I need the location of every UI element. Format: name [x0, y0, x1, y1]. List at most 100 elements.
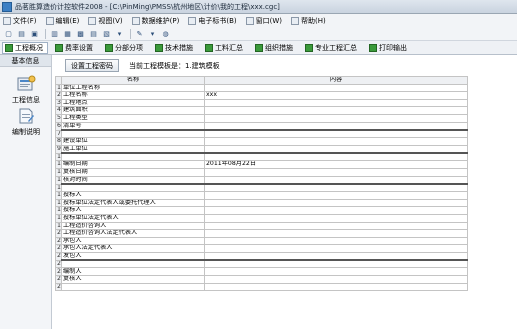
- open-icon[interactable]: ▤: [16, 28, 27, 39]
- new-icon[interactable]: ▢: [3, 28, 14, 39]
- row-name-cell[interactable]: 投标人: [61, 191, 205, 200]
- row-value-cell[interactable]: [204, 113, 468, 123]
- row-value-cell[interactable]: [204, 191, 468, 200]
- menu-edit[interactable]: 编辑(E): [45, 16, 79, 26]
- tab-technical-measures[interactable]: 技术措施: [152, 42, 198, 54]
- row-value-cell[interactable]: [204, 106, 468, 115]
- row-name-cell[interactable]: [61, 282, 205, 292]
- table-row[interactable]: 17投标人: [55, 206, 468, 215]
- globe-icon[interactable]: ◍: [160, 28, 171, 39]
- table-row[interactable]: 24: [55, 259, 468, 269]
- table-row[interactable]: 18投标单位法定代表人: [55, 213, 468, 223]
- table-row[interactable]: 9 施工单位: [55, 144, 468, 154]
- row-value-cell[interactable]: [204, 167, 468, 177]
- table-row[interactable]: 26复核人: [55, 275, 468, 284]
- table-row[interactable]: 13核对时间: [55, 175, 468, 185]
- tab-organization-measures[interactable]: 组织措施: [252, 42, 298, 54]
- row-name-cell[interactable]: 发包人: [61, 251, 205, 261]
- row-name-cell[interactable]: 清单号: [61, 121, 205, 131]
- row-name-cell[interactable]: 投标单位法定代表人或委托代理人: [61, 198, 205, 208]
- row-value-cell[interactable]: [204, 137, 468, 146]
- menu-e-bid[interactable]: 电子标书(B): [188, 16, 237, 26]
- calc-icon[interactable]: ▧: [101, 28, 112, 39]
- dropdown-icon[interactable]: ▾: [147, 28, 158, 39]
- table-row[interactable]: 4 建筑面积: [55, 106, 468, 115]
- row-value-cell[interactable]: [204, 83, 468, 93]
- grid-icon[interactable]: ▩: [75, 28, 86, 39]
- row-name-cell[interactable]: 承包人: [61, 236, 205, 246]
- row-value-cell[interactable]: [204, 221, 468, 231]
- list-icon[interactable]: ▤: [88, 28, 99, 39]
- dropdown-icon[interactable]: ▾: [114, 28, 125, 39]
- table-row[interactable]: 19工程造价咨询人: [55, 221, 468, 231]
- row-name-cell[interactable]: [61, 152, 205, 162]
- row-name-cell[interactable]: 复核日期: [61, 167, 205, 177]
- tab-materials-summary[interactable]: 工料汇总: [202, 42, 248, 54]
- menu-view[interactable]: 视图(V): [88, 16, 123, 26]
- table-row[interactable]: 3 工程地点: [55, 98, 468, 108]
- row-value-cell[interactable]: [204, 213, 468, 223]
- row-name-cell[interactable]: 编制日期: [61, 160, 205, 169]
- sidebar-item-preparation-notes[interactable]: 编制说明: [0, 107, 52, 137]
- row-value-cell[interactable]: [204, 206, 468, 215]
- tab-rate-settings[interactable]: 费率设置: [52, 42, 98, 54]
- row-name-cell[interactable]: 复核人: [61, 275, 205, 284]
- row-value-cell[interactable]: [204, 121, 468, 131]
- table-row[interactable]: 20工程造价咨询人法定代表人: [55, 229, 468, 238]
- set-project-password-button[interactable]: 设置工程密码: [65, 59, 119, 72]
- print-icon[interactable]: ▥: [49, 28, 60, 39]
- row-value-cell[interactable]: [204, 244, 468, 253]
- row-name-cell[interactable]: 投标单位法定代表人: [61, 213, 205, 223]
- table-row[interactable]: 5 工程类型: [55, 113, 468, 123]
- table-row[interactable]: 6 清单号: [55, 121, 468, 131]
- table-row[interactable]: 12复核日期: [55, 167, 468, 177]
- row-name-cell[interactable]: [61, 129, 205, 139]
- menu-data-maintenance[interactable]: 数据维护(P): [131, 16, 179, 26]
- row-name-cell[interactable]: 建设单位: [61, 137, 205, 146]
- tab-project-overview[interactable]: 工程概况: [2, 41, 48, 54]
- row-name-cell[interactable]: 工程地点: [61, 98, 205, 108]
- menu-file[interactable]: 文件(F): [3, 16, 37, 26]
- row-value-cell[interactable]: [204, 229, 468, 238]
- row-name-cell[interactable]: 核对时间: [61, 175, 205, 185]
- table-row[interactable]: 10: [55, 152, 468, 162]
- preview-icon[interactable]: ▦: [62, 28, 73, 39]
- table-row[interactable]: 15投标人: [55, 191, 468, 200]
- tab-print-output[interactable]: 打印输出: [366, 42, 412, 54]
- tab-specialty-summary[interactable]: 专业工程汇总: [302, 42, 362, 54]
- row-name-cell[interactable]: 工程类型: [61, 113, 205, 123]
- settings-icon[interactable]: ✎: [134, 28, 145, 39]
- row-name-cell[interactable]: 建筑面积: [61, 106, 205, 115]
- table-row[interactable]: 11编制日期2011年08月22日: [55, 160, 468, 169]
- row-name-cell[interactable]: 工程名称: [61, 91, 205, 100]
- row-name-cell[interactable]: 投标人: [61, 206, 205, 215]
- table-row[interactable]: 25编制人: [55, 267, 468, 277]
- row-value-cell[interactable]: [204, 129, 468, 139]
- row-name-cell[interactable]: 承包人法定代表人: [61, 244, 205, 253]
- row-name-cell[interactable]: [61, 259, 205, 269]
- row-value-cell[interactable]: 2011年08月22日: [204, 160, 468, 169]
- row-value-cell[interactable]: [204, 282, 468, 292]
- table-row[interactable]: 14: [55, 183, 468, 193]
- row-name-cell[interactable]: 工程造价咨询人: [61, 221, 205, 231]
- row-value-cell[interactable]: [204, 236, 468, 246]
- row-name-cell[interactable]: 编制人: [61, 267, 205, 277]
- row-value-cell[interactable]: [204, 175, 468, 185]
- table-row[interactable]: 27: [55, 282, 468, 292]
- row-value-cell[interactable]: [204, 152, 468, 162]
- row-value-cell[interactable]: [204, 275, 468, 284]
- table-row[interactable]: 23发包人: [55, 251, 468, 261]
- row-value-cell[interactable]: [204, 267, 468, 277]
- row-value-cell[interactable]: [204, 144, 468, 154]
- table-row[interactable]: 21承包人: [55, 236, 468, 246]
- row-name-cell[interactable]: 施工单位: [61, 144, 205, 154]
- table-row[interactable]: 7: [55, 129, 468, 139]
- save-icon[interactable]: ▣: [29, 28, 40, 39]
- menu-help[interactable]: 帮助(H): [291, 16, 326, 26]
- table-row[interactable]: 1 单位工程名称: [55, 83, 468, 93]
- row-value-cell[interactable]: [204, 259, 468, 269]
- table-row[interactable]: 8 建设单位: [55, 137, 468, 146]
- row-name-cell[interactable]: [61, 183, 205, 193]
- tab-sub-items[interactable]: 分部分项: [102, 42, 148, 54]
- table-row[interactable]: 22承包人法定代表人: [55, 244, 468, 253]
